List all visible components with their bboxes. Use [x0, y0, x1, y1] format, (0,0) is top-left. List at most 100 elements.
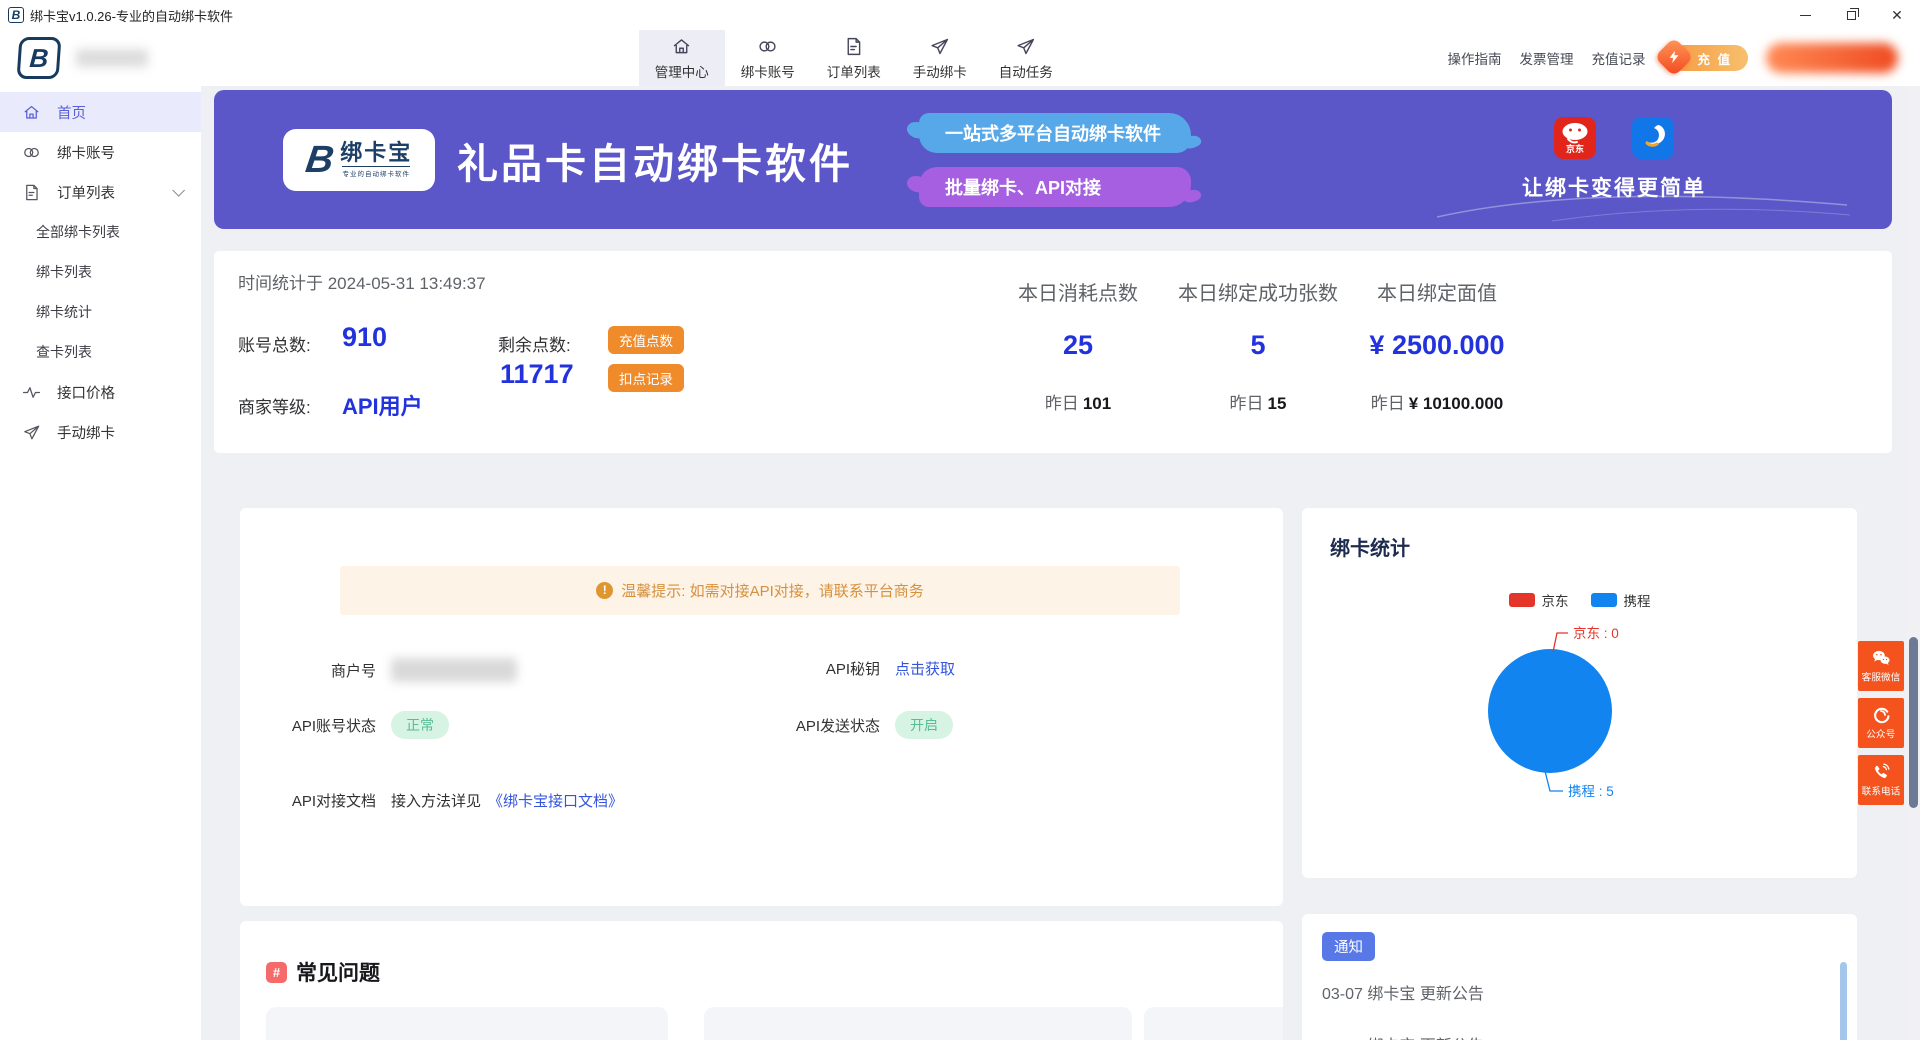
pulse-icon	[22, 383, 41, 402]
stat-prev-label: 昨日	[1045, 394, 1079, 413]
recharge-button-label: 充 值	[1698, 49, 1732, 68]
wechat-support-button[interactable]: 客服微信	[1858, 641, 1904, 691]
nav-item-auto-task[interactable]: 自动任务	[983, 30, 1069, 86]
banner-headline: 礼品卡自动绑卡软件	[457, 130, 853, 190]
api-account-status-label: API账号状态	[280, 715, 376, 736]
float-button-label: 联系电话	[1862, 784, 1901, 798]
legend-item-ctrip[interactable]: 携程	[1591, 590, 1651, 610]
sidebar-item-order-list[interactable]: 订单列表	[0, 172, 201, 212]
notice-item[interactable]: 03-04 绑卡宝 更新公告	[1322, 1032, 1484, 1040]
stat-prev-value: 15	[1268, 394, 1287, 413]
send-icon	[929, 36, 950, 57]
sidebar-item-label: 接口价格	[57, 382, 115, 403]
sidebar-item-home[interactable]: 首页	[0, 92, 201, 132]
sidebar-item-bind-stats[interactable]: 绑卡统计	[0, 292, 201, 332]
banner-decor-curve	[1432, 175, 1852, 225]
banner-logo: B 绑卡宝 专业的自动绑卡软件	[283, 129, 435, 191]
title-bar: B 绑卡宝v1.0.26-专业的自动绑卡软件 ✕	[0, 0, 1920, 30]
notice-item[interactable]: 03-07 绑卡宝 更新公告	[1322, 980, 1484, 1004]
faq-item-stub[interactable]	[266, 1007, 668, 1040]
api-account-status-badge: 正常	[391, 711, 449, 739]
bind-stats-card: 绑卡统计 京东 携程	[1302, 508, 1857, 878]
legend-item-jd[interactable]: 京东	[1509, 590, 1569, 610]
faq-item-stub[interactable]	[704, 1007, 1132, 1040]
account-button-blurred[interactable]	[1766, 43, 1898, 73]
document-icon	[843, 36, 864, 57]
sidebar-item-label: 订单列表	[57, 182, 115, 203]
wechat-icon	[1871, 648, 1891, 668]
faq-card: # 常见问题	[240, 921, 1283, 1040]
page-scrollbar[interactable]	[1907, 86, 1920, 1040]
restore-icon	[1847, 11, 1856, 20]
nav-link-invoice[interactable]: 发票管理	[1520, 48, 1574, 68]
document-icon	[22, 183, 41, 202]
stat-prev-label: 昨日	[1230, 394, 1264, 413]
bind-stats-title: 绑卡统计	[1330, 532, 1410, 561]
deduction-log-button[interactable]: 扣点记录	[608, 364, 684, 392]
contact-phone-button[interactable]: 联系电话	[1858, 755, 1904, 805]
api-key-label: API秘钥	[770, 658, 880, 679]
banner-ribbon-bottom: 批量绑卡、API对接	[919, 167, 1191, 207]
page-scrollbar-thumb[interactable]	[1909, 637, 1918, 808]
phone-icon	[1871, 762, 1891, 782]
banner-ribbon-top: 一站式多平台自动绑卡软件	[919, 113, 1191, 153]
sidebar: 首页 绑卡账号 订单列表 全部绑卡列表 绑卡列表 绑卡统计 查卡列表 接口价格 …	[0, 86, 202, 1040]
nav-item-card-accounts[interactable]: 绑卡账号	[725, 30, 811, 86]
hash-icon: #	[266, 962, 287, 983]
official-account-button[interactable]: 公众号	[1858, 698, 1904, 748]
window-controls: ✕	[1782, 0, 1920, 30]
sidebar-item-check-card-list[interactable]: 查卡列表	[0, 332, 201, 372]
warning-text: 温馨提示: 如需对接API对接，请联系平台商务	[621, 580, 924, 601]
recharge-button[interactable]: 充 值	[1670, 45, 1748, 71]
nav-item-order-list[interactable]: 订单列表	[811, 30, 897, 86]
merchant-level-value: API用户	[342, 389, 423, 421]
chart-legend: 京东 携程	[1302, 590, 1857, 610]
float-button-label: 公众号	[1867, 727, 1896, 741]
restore-button[interactable]	[1828, 0, 1874, 30]
sidebar-item-bind-list[interactable]: 绑卡列表	[0, 252, 201, 292]
notice-scrollbar[interactable]	[1840, 962, 1847, 1040]
close-button[interactable]: ✕	[1874, 0, 1920, 30]
stat-col-bind-value: 本日绑定面值 ¥ 2500.000 昨日¥ 10100.000	[1317, 277, 1557, 414]
notice-badge: 通知	[1322, 932, 1375, 961]
merchant-id-label: 商户号	[280, 660, 376, 681]
logo-tagline: 专业的自动绑卡软件	[342, 166, 410, 178]
api-doc-text: 接入方法详见	[391, 790, 481, 811]
nav-item-manual-bind[interactable]: 手动绑卡	[897, 30, 983, 86]
home-icon	[22, 103, 41, 122]
home-icon	[671, 36, 692, 57]
recharge-points-button[interactable]: 充值点数	[608, 326, 684, 354]
nav-item-label: 订单列表	[827, 61, 881, 81]
api-doc-link[interactable]: 《绑卡宝接口文档》	[488, 790, 623, 811]
sidebar-item-card-accounts[interactable]: 绑卡账号	[0, 132, 201, 172]
sidebar-item-label: 手动绑卡	[57, 422, 115, 443]
main-content: B 绑卡宝 专业的自动绑卡软件 礼品卡自动绑卡软件 一站式多平台自动绑卡软件 批…	[202, 86, 1920, 1040]
warning-banner: ! 温馨提示: 如需对接API对接，请联系平台商务	[340, 566, 1180, 615]
legend-label: 携程	[1624, 590, 1651, 610]
nav-link-recharge-history[interactable]: 充值记录	[1592, 48, 1646, 68]
api-key-get-link[interactable]: 点击获取	[895, 658, 955, 679]
sidebar-item-api-price[interactable]: 接口价格	[0, 372, 201, 412]
chevron-down-icon	[172, 184, 185, 197]
sidebar-item-manual-bind[interactable]: 手动绑卡	[0, 412, 201, 452]
sidebar-item-all-bind-list[interactable]: 全部绑卡列表	[0, 212, 201, 252]
minimize-button[interactable]	[1782, 0, 1828, 30]
legend-swatch-jd	[1509, 593, 1535, 607]
sidebar-item-label: 首页	[57, 102, 86, 123]
float-button-label: 客服微信	[1862, 670, 1901, 684]
logo-name: 绑卡宝	[340, 141, 412, 165]
nav-item-label: 自动任务	[999, 61, 1053, 81]
jd-icon: 京东	[1554, 117, 1596, 159]
merchant-id-blurred	[391, 658, 517, 682]
nav-item-dashboard[interactable]: 管理中心	[639, 30, 725, 86]
stat-prev-value: ¥ 10100.000	[1409, 394, 1504, 413]
stat-value: ¥ 2500.000	[1317, 330, 1557, 361]
nav-link-guide[interactable]: 操作指南	[1448, 48, 1502, 68]
app-window: B 绑卡宝v1.0.26-专业的自动绑卡软件 ✕ B 管理中心 绑卡账号 订单列…	[0, 0, 1920, 1040]
window-title: 绑卡宝v1.0.26-专业的自动绑卡软件	[30, 6, 233, 25]
top-navbar: B 管理中心 绑卡账号 订单列表 手动绑卡 自动任务	[0, 30, 1920, 86]
logo-mark-icon: B	[303, 141, 336, 179]
warning-icon: !	[596, 582, 613, 599]
faq-item-stub[interactable]	[1144, 1007, 1283, 1040]
legend-label: 京东	[1542, 590, 1569, 610]
